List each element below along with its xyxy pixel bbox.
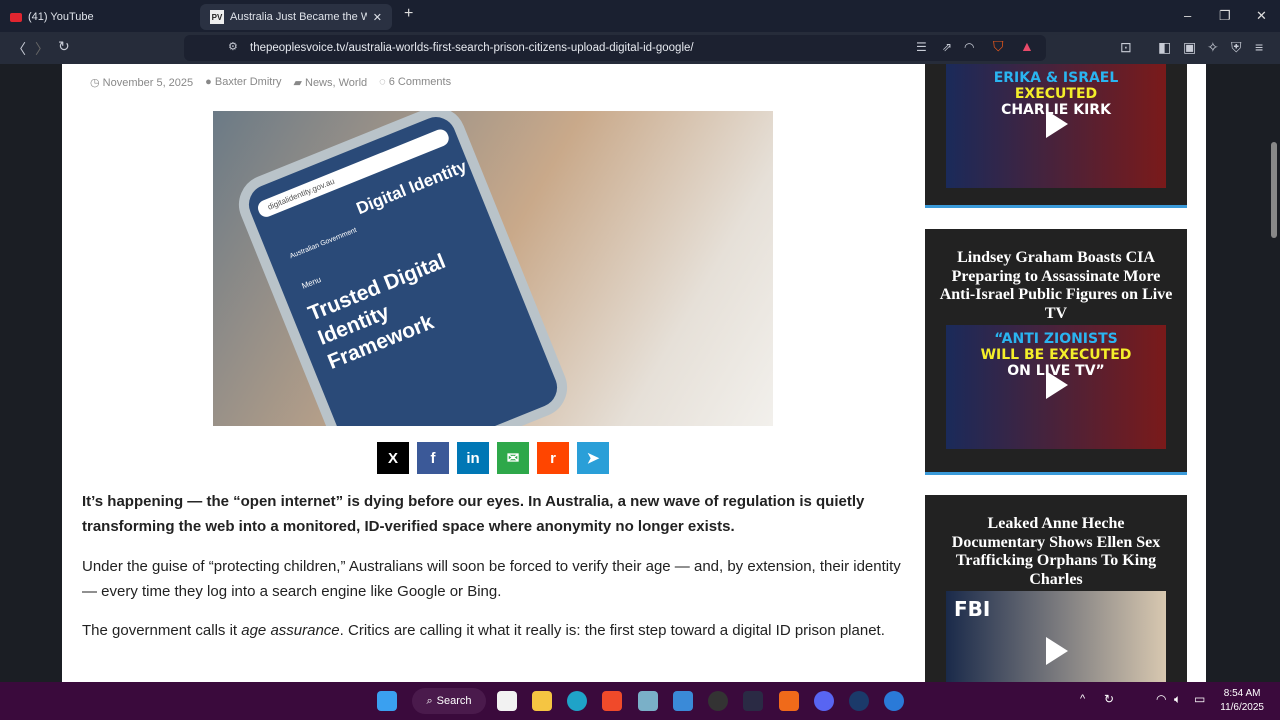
sync-icon[interactable]: ↻ bbox=[1104, 692, 1114, 706]
edge-icon[interactable] bbox=[567, 691, 587, 711]
app-icon[interactable] bbox=[884, 691, 904, 711]
browser-toolbar: 〈 〉 ↻ ▯ thepeoplesvoice.tv/australia-wor… bbox=[0, 32, 1280, 64]
author-text: Baxter Dmitry bbox=[214, 76, 282, 88]
share-email-button[interactable]: ✉ bbox=[497, 442, 529, 474]
clock[interactable]: 8:54 AM 11/6/2025 bbox=[1220, 687, 1264, 715]
date: 11/6/2025 bbox=[1220, 702, 1264, 713]
thumb-text: EXECUTED bbox=[1014, 86, 1098, 102]
video-title[interactable]: Leaked Anne Heche Documentary Shows Elle… bbox=[925, 515, 1187, 589]
new-tab-button[interactable]: + bbox=[404, 5, 413, 23]
emphasis: age assurance bbox=[241, 622, 340, 639]
thumb-text: FBI bbox=[954, 597, 991, 621]
sidebar-video-card[interactable]: Lindsey Graham Boasts CIA Preparing to A… bbox=[925, 229, 1187, 475]
brave-rewards-icon[interactable]: ▲ bbox=[1020, 38, 1034, 54]
close-window-button[interactable]: ✕ bbox=[1256, 8, 1267, 24]
search-label: Search bbox=[436, 695, 472, 707]
search-icon: ⌕ bbox=[426, 694, 433, 707]
share-facebook-button[interactable]: f bbox=[417, 442, 449, 474]
brave-shields-icon[interactable]: ⛉ bbox=[993, 38, 1004, 55]
minimize-button[interactable]: – bbox=[1184, 8, 1191, 23]
post-comments[interactable]: ◌ 6 Comments bbox=[379, 76, 451, 89]
share-buttons: X f in ✉ r ➤ bbox=[377, 442, 609, 474]
wifi-icon[interactable]: ◠ bbox=[1156, 692, 1166, 706]
start-icon[interactable] bbox=[377, 691, 397, 711]
tab-label: Australia Just Became the World bbox=[230, 11, 367, 23]
vpn-icon[interactable]: ⛨ bbox=[1231, 39, 1242, 56]
post-meta: ◷ November 5, 2025 ● Baxter Dmitry ▰ New… bbox=[90, 76, 451, 89]
post-date: ◷ November 5, 2025 bbox=[90, 77, 194, 89]
taskbar-search[interactable]: ⌕ Search bbox=[412, 688, 486, 714]
post-categories[interactable]: ▰ News, World bbox=[293, 76, 367, 89]
file-explorer-icon[interactable] bbox=[532, 691, 552, 711]
url-text: thepeoplesvoice.tv/australia-worlds-firs… bbox=[250, 42, 694, 54]
share-x-button[interactable]: X bbox=[377, 442, 409, 474]
sidebar-toggle-icon[interactable]: ◧ bbox=[1158, 39, 1171, 56]
back-icon[interactable]: 〈 bbox=[12, 39, 26, 59]
hi-app-icon[interactable] bbox=[743, 691, 763, 711]
time: 8:54 AM bbox=[1223, 688, 1261, 699]
youtube-icon bbox=[10, 12, 22, 22]
rss-icon[interactable]: ◠ bbox=[964, 40, 974, 54]
article-page: ◷ November 5, 2025 ● Baxter Dmitry ▰ New… bbox=[62, 64, 1206, 682]
tab-label: (41) YouTube bbox=[28, 11, 94, 23]
video-thumbnail[interactable]: “ANTI ZIONISTS WILL BE EXECUTED ON LIVE … bbox=[946, 325, 1166, 449]
article-lead: It’s happening — the “open internet” is … bbox=[82, 493, 865, 535]
wallet-icon[interactable]: ▣ bbox=[1183, 39, 1196, 56]
volume-icon[interactable]: 🔈︎ bbox=[1174, 692, 1181, 707]
date-text: November 5, 2025 bbox=[102, 77, 194, 89]
docs-icon[interactable] bbox=[673, 691, 693, 711]
discord-icon[interactable] bbox=[814, 691, 834, 711]
obs-icon[interactable] bbox=[708, 691, 728, 711]
site-favicon-icon: PV bbox=[210, 10, 224, 24]
scrollbar-thumb[interactable] bbox=[1271, 142, 1277, 238]
sidebar-video-card[interactable]: ERIKA & ISRAEL EXECUTED CHARLIE KIRK bbox=[925, 64, 1187, 208]
thumb-text: ERIKA & ISRAEL bbox=[993, 70, 1119, 86]
site-settings-icon[interactable]: ⚙ bbox=[228, 40, 238, 53]
menu-icon[interactable]: ≡ bbox=[1255, 39, 1263, 55]
text: . Critics are calling it what it really … bbox=[339, 622, 885, 639]
share-telegram-button[interactable]: ➤ bbox=[577, 442, 609, 474]
play-icon[interactable] bbox=[1046, 637, 1068, 665]
play-icon[interactable] bbox=[1046, 110, 1068, 138]
steam-icon[interactable] bbox=[849, 691, 869, 711]
post-author[interactable]: ● Baxter Dmitry bbox=[205, 76, 281, 89]
phone-illustration: digitalidentity.gov.au Digital Identity … bbox=[229, 111, 577, 426]
sidebar-search-icon[interactable]: ⊡ bbox=[1120, 39, 1132, 56]
reload-icon[interactable]: ↻ bbox=[58, 38, 70, 55]
forward-icon[interactable]: 〉 bbox=[35, 39, 49, 59]
tray-chevron-icon[interactable]: ^ bbox=[1080, 693, 1085, 705]
play-icon[interactable] bbox=[1046, 371, 1068, 399]
scrollbar[interactable] bbox=[1268, 64, 1280, 682]
tab-bar: (41) YouTube PV Australia Just Became the… bbox=[0, 0, 1280, 32]
share-reddit-button[interactable]: r bbox=[537, 442, 569, 474]
leo-ai-icon[interactable]: ✧ bbox=[1207, 39, 1219, 56]
video-thumbnail[interactable]: FBI bbox=[946, 591, 1166, 682]
text: The government calls it bbox=[82, 622, 242, 639]
taskbar: ⌕ Search ^ ↻ ◠ 🔈︎ ▭ 8:54 AM 11/6/2025 bbox=[0, 682, 1280, 720]
tab-active[interactable]: PV Australia Just Became the World ✕ bbox=[200, 4, 392, 30]
crunchyroll-icon[interactable] bbox=[779, 691, 799, 711]
video-title[interactable]: Lindsey Graham Boasts CIA Preparing to A… bbox=[925, 249, 1187, 323]
store-icon[interactable] bbox=[497, 691, 517, 711]
article-paragraph: Under the guise of “protecting children,… bbox=[82, 558, 901, 600]
comments-text: 6 Comments bbox=[388, 76, 452, 88]
brave-icon[interactable] bbox=[602, 691, 622, 711]
featured-image: digitalidentity.gov.au Digital Identity … bbox=[213, 111, 773, 426]
page-margin bbox=[1206, 64, 1268, 682]
battery-icon[interactable]: ▭ bbox=[1194, 692, 1205, 706]
restore-button[interactable]: ❐ bbox=[1219, 8, 1231, 24]
tab-youtube[interactable]: (41) YouTube bbox=[0, 4, 104, 30]
close-tab-icon[interactable]: ✕ bbox=[373, 11, 382, 24]
reader-icon[interactable]: ☰ bbox=[916, 40, 927, 54]
video-thumbnail[interactable]: ERIKA & ISRAEL EXECUTED CHARLIE KIRK bbox=[946, 64, 1166, 188]
thumb-text: WILL BE EXECUTED bbox=[980, 347, 1132, 363]
share-linkedin-button[interactable]: in bbox=[457, 442, 489, 474]
share-icon[interactable]: ⇗ bbox=[942, 40, 952, 54]
article-paragraph: The government calls it age assurance. C… bbox=[82, 619, 912, 644]
notepad-icon[interactable] bbox=[638, 691, 658, 711]
thumb-text: “ANTI ZIONISTS bbox=[994, 331, 1118, 347]
categories-text: News, World bbox=[305, 77, 368, 89]
sidebar-video-card[interactable]: Leaked Anne Heche Documentary Shows Elle… bbox=[925, 495, 1187, 682]
